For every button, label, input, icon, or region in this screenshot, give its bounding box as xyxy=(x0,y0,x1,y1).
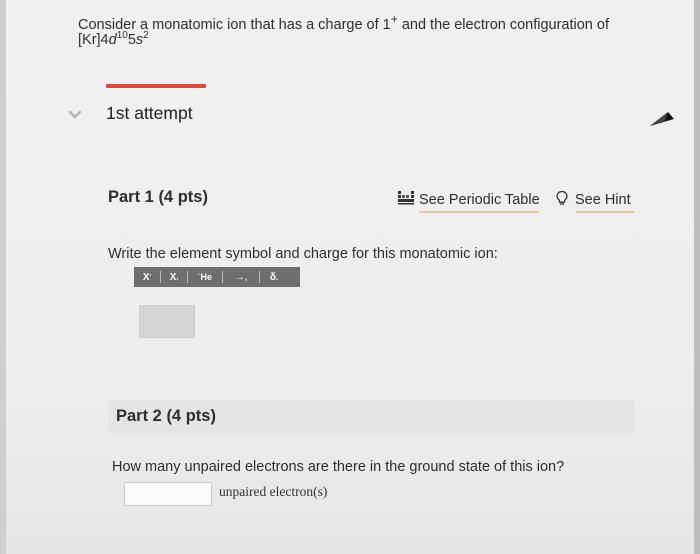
isotope-glyph: He xyxy=(200,272,212,282)
config-d-exponent: 10 xyxy=(116,30,128,41)
isotope-button[interactable]: ' He xyxy=(188,267,222,287)
charge-superscript: + xyxy=(390,12,398,26)
superscript-glyph: X xyxy=(142,271,150,283)
hint-underline xyxy=(576,211,634,213)
config-d: d xyxy=(108,31,117,48)
config-s-exponent: 2 xyxy=(143,30,149,41)
equation-toolbar: X ' X, ' He →, δ. xyxy=(134,267,300,287)
part1-prompt: Write the element symbol and charge for … xyxy=(108,246,498,262)
attempt-progress-bar xyxy=(106,84,206,88)
periodic-table-underline xyxy=(419,211,539,213)
superscript-mark: ' xyxy=(149,273,152,281)
unpaired-electrons-input[interactable] xyxy=(124,482,212,506)
part2-title: Part 2 (4 pts) xyxy=(116,407,216,425)
unit-label: unpaired electron(s) xyxy=(219,484,328,499)
part1-answer-input[interactable] xyxy=(139,305,195,338)
question-text-end: and the electron configuration of xyxy=(397,16,609,33)
subscript-button[interactable]: X, xyxy=(161,267,187,287)
part1-title: Part 1 (4 pts) xyxy=(108,188,208,206)
attempt-label: 1st attempt xyxy=(106,103,193,123)
arrow-mark: , xyxy=(244,272,248,282)
right-edge xyxy=(694,0,700,554)
reaction-arrow-button[interactable]: →, xyxy=(223,267,259,287)
page: Consider a monatomic ion that has a char… xyxy=(0,0,700,554)
arrow-glyph: → xyxy=(234,271,245,283)
question-text: Consider a monatomic ion that has a char… xyxy=(78,8,638,36)
subscript-glyph: X xyxy=(169,271,177,283)
config-5: 5 xyxy=(127,31,136,48)
periodic-table-label: See Periodic Table xyxy=(419,191,540,208)
isotope-mark: ' xyxy=(198,274,200,280)
mouse-cursor-icon xyxy=(648,108,674,130)
delta-button[interactable]: δ. xyxy=(260,267,288,287)
config-core: [Kr]4 xyxy=(78,31,109,48)
chevron-down-icon[interactable] xyxy=(68,108,82,123)
periodic-table-icon xyxy=(397,190,415,209)
hint-label: See Hint xyxy=(575,192,631,208)
part2-prompt: How many unpaired electrons are there in… xyxy=(112,459,565,475)
electron-configuration: [Kr]4d105s2 xyxy=(78,30,149,48)
lightbulb-icon xyxy=(555,190,569,210)
superscript-button[interactable]: X ' xyxy=(134,267,160,287)
left-edge xyxy=(0,0,6,554)
subscript-mark: , xyxy=(176,273,179,281)
delta-mark: . xyxy=(275,272,279,282)
attempt-header[interactable]: 1st attempt xyxy=(60,100,690,132)
see-hint-link[interactable]: See Hint xyxy=(555,190,631,210)
see-periodic-table-link[interactable]: See Periodic Table xyxy=(397,190,540,209)
